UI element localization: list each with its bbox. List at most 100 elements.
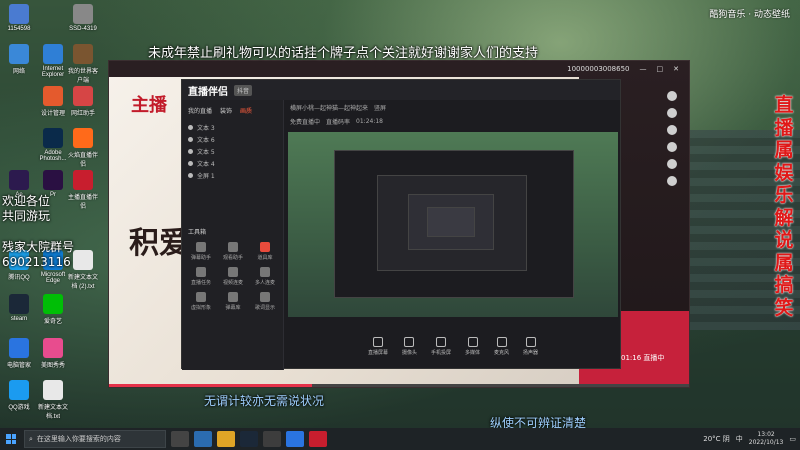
platform-badge[interactable]: 抖音 (234, 84, 253, 96)
left-caption-line1: 欢迎各位 (2, 194, 51, 208)
taskbar-app-1[interactable] (263, 431, 281, 447)
desktop-icon[interactable]: 主播直播伴侣 (66, 170, 100, 210)
ime-indicator[interactable]: 中 (736, 434, 743, 444)
taskbar-app-2[interactable] (286, 431, 304, 447)
tool-tabs: 我的直播 装饰 画质 (182, 100, 283, 121)
app-icon (9, 380, 29, 400)
taskbar-app-live[interactable] (309, 431, 327, 447)
clock-date: 2022/10/13 (748, 439, 784, 446)
desktop-icon[interactable]: 电脑管家 (2, 338, 36, 369)
vertical-banner: 直播属娱乐解说属搞笑 (774, 94, 794, 319)
desktop-icon[interactable]: SSD-4319 (66, 4, 100, 32)
layer-row[interactable]: 文本 3 (182, 121, 283, 133)
right-rail (657, 91, 687, 291)
star-icon[interactable] (667, 125, 677, 135)
left-caption-line2: 共同游玩 (2, 209, 51, 223)
tool-header: 直播伴侣 抖音 (182, 80, 620, 100)
layer-row[interactable]: 文本 5 (182, 145, 283, 157)
clock[interactable]: 13:02 2022/10/13 (749, 431, 784, 447)
scene-name[interactable]: 横屏小桃—起神猫—起神起来 (290, 103, 368, 112)
desktop-icon-label: 新建文本文档 (2).txt (67, 275, 98, 290)
desktop-icon[interactable]: 新建文本文档 (2).txt (66, 250, 100, 290)
tool-label: 直播任务 (190, 280, 211, 286)
desktop-icon[interactable]: steam (2, 294, 36, 322)
source-button[interactable]: 扬声器 (523, 336, 538, 356)
notification-icon[interactable]: ▭ (789, 435, 796, 443)
chat-icon[interactable] (667, 142, 677, 152)
layer-label: 文本 3 (197, 124, 215, 132)
tab-quality[interactable]: 画质 (240, 106, 252, 115)
live-tool-window[interactable]: 直播伴侣 抖音 我的直播 装饰 画质 文本 3 文本 6 文本 5 文本 4 全屏 1 … (181, 79, 621, 370)
taskbar-app-steam[interactable] (240, 431, 258, 447)
tool-label: 多人连麦 (254, 280, 275, 286)
maximize-button[interactable]: □ (657, 65, 664, 73)
home-icon[interactable] (667, 91, 677, 101)
desktop-icon[interactable]: 网红助手 (66, 86, 100, 117)
desktop-icon[interactable]: 网络 (2, 44, 36, 75)
tool-button[interactable]: 歌词显示 (250, 292, 280, 311)
music-widget-label[interactable]: 酷狗音乐 · 动态壁纸 (709, 7, 790, 20)
preview-canvas[interactable] (288, 132, 618, 317)
user-icon[interactable] (667, 108, 677, 118)
orientation-label[interactable]: 竖屏 (374, 103, 386, 112)
source-label: 直播屏幕 (367, 349, 388, 356)
brand-logo-text: 主播 (131, 95, 167, 116)
tool-button[interactable]: 观看助手 (218, 242, 248, 261)
taskbar-app-edge[interactable] (194, 431, 212, 447)
source-button[interactable]: 多媒体 (465, 336, 480, 356)
live-progress-bar[interactable] (109, 384, 689, 387)
app-icon (9, 338, 29, 358)
scene-bar: 横屏小桃—起神猫—起神起来 竖屏 (286, 100, 620, 114)
desktop-icon[interactable]: QQ游戏 (2, 380, 36, 411)
layer-row[interactable]: 文本 4 (182, 157, 283, 169)
layer-row[interactable]: 全屏 1 (182, 169, 283, 181)
source-label: 摄像头 (401, 349, 417, 356)
tool-icon (260, 267, 270, 277)
desktop-icon[interactable]: Adobe Photosh... (36, 128, 70, 162)
source-button[interactable]: 直播屏幕 (367, 336, 388, 356)
desktop-icon[interactable]: 1154598 (2, 4, 36, 32)
start-button[interactable] (0, 428, 22, 450)
tool-icon (228, 292, 238, 302)
desktop-icon[interactable]: 爱奇艺 (36, 294, 70, 325)
eye-icon[interactable] (188, 172, 193, 178)
tool-button[interactable]: 直播任务 (186, 267, 216, 286)
layer-row[interactable]: 文本 6 (182, 133, 283, 145)
desktop-icon[interactable]: 美图秀秀 (36, 338, 70, 369)
taskbar: ⌕ 在这里输入你要搜索的内容 20°C 阴 中 13:02 2022/10/13… (0, 428, 800, 450)
status-free: 免费直播中 (290, 118, 321, 126)
tool-button[interactable]: 视频连麦 (218, 267, 248, 286)
tool-button[interactable]: 虚拟形象 (186, 292, 216, 311)
tool-button[interactable]: 弹幕库 (218, 292, 248, 311)
taskbar-app-explorer[interactable] (217, 431, 235, 447)
close-button[interactable]: ✕ (673, 65, 679, 73)
minimize-button[interactable]: — (640, 65, 647, 73)
eye-icon[interactable] (188, 148, 193, 154)
eye-icon[interactable] (188, 136, 193, 142)
people-icon[interactable] (667, 176, 677, 186)
source-icon (525, 336, 536, 347)
app-icon (73, 250, 93, 270)
eye-icon[interactable] (188, 160, 193, 166)
desktop-icon[interactable]: 火焰直播伴侣 (66, 128, 100, 168)
tv-icon[interactable] (667, 159, 677, 169)
desktop-icon[interactable]: 我的世界客户端 (66, 44, 100, 84)
nested-window-2 (377, 175, 527, 271)
desktop-icon[interactable]: 新建文本文档.txt (36, 380, 70, 420)
eye-icon[interactable] (188, 124, 193, 130)
taskbar-search[interactable]: ⌕ 在这里输入你要搜索的内容 (24, 430, 166, 448)
app-id-label: 10000003008650 (567, 65, 630, 73)
source-button[interactable]: 麦克风 (494, 336, 509, 356)
tool-button[interactable]: 弹幕助手 (186, 242, 216, 261)
desktop-icon[interactable]: Internet Explorer (36, 44, 70, 78)
tab-my-live[interactable]: 我的直播 (188, 106, 212, 115)
tab-decoration[interactable]: 装饰 (220, 106, 232, 115)
desktop-icon-label: steam (10, 316, 28, 322)
tool-button[interactable]: 道具库 (250, 242, 280, 261)
weather-label[interactable]: 20°C 阴 (703, 434, 730, 444)
source-button[interactable]: 摄像头 (401, 336, 417, 356)
source-button[interactable]: 手机投屏 (431, 336, 451, 356)
tool-button[interactable]: 多人连麦 (250, 267, 280, 286)
task-view-icon[interactable] (171, 431, 189, 447)
desktop-icon[interactable]: 设计管理 (36, 86, 70, 117)
